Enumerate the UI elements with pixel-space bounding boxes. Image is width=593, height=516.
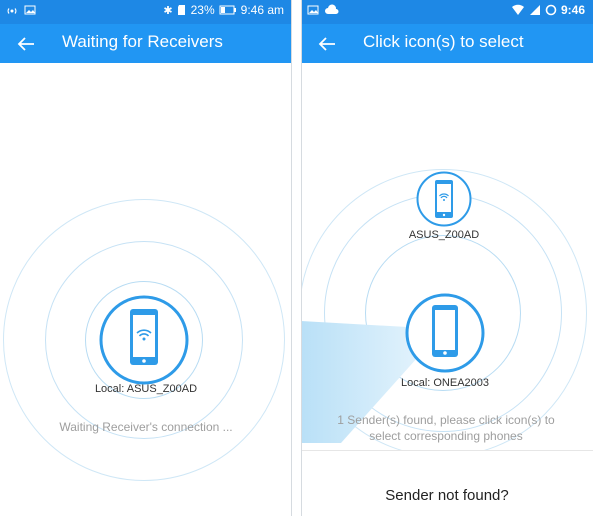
image-icon bbox=[24, 5, 36, 15]
found-hint-line1: 1 Sender(s) found, please click icon(s) … bbox=[337, 413, 555, 427]
bottom-bar: Sender not found? bbox=[301, 450, 593, 516]
right-screen: 9:46 Click icon(s) to select ASUS_Z00AD … bbox=[301, 0, 593, 516]
battery-icon bbox=[219, 5, 236, 15]
page-title: Click icon(s) to select bbox=[363, 32, 524, 51]
cloud-upload-icon bbox=[325, 4, 339, 14]
status-bar: ✱ 23% 9:46 am bbox=[0, 0, 292, 24]
radar-area: ASUS_Z00AD Local: ONEA2003 1 Sender(s) f… bbox=[301, 63, 593, 516]
app-bar: Click icon(s) to select bbox=[301, 24, 593, 63]
app-bar: Waiting for Receivers bbox=[0, 24, 292, 63]
left-screen: ✱ 23% 9:46 am Waiting for Receivers Loca… bbox=[0, 0, 292, 516]
hotspot-icon bbox=[7, 8, 17, 14]
local-phone-icon bbox=[405, 293, 485, 373]
wifi-icon bbox=[511, 4, 524, 15]
back-arrow-icon[interactable] bbox=[315, 32, 339, 56]
back-arrow-icon[interactable] bbox=[14, 32, 38, 56]
signal-icon bbox=[529, 5, 540, 15]
status-bar: 9:46 bbox=[301, 0, 593, 24]
found-device-label: ASUS_Z00AD bbox=[408, 229, 480, 241]
status-time: 9:46 bbox=[560, 3, 585, 17]
battery-ring-icon bbox=[545, 4, 557, 16]
bluetooth-icon: ✱ bbox=[163, 4, 173, 17]
status-time: 9:46 am bbox=[240, 3, 284, 17]
found-device-button[interactable] bbox=[416, 171, 472, 227]
page-title: Waiting for Receivers bbox=[62, 32, 223, 51]
local-device-label: Local: ONEA2003 bbox=[400, 377, 490, 389]
image-icon bbox=[307, 5, 319, 15]
sender-not-found-link[interactable]: Sender not found? bbox=[385, 487, 508, 504]
battery-percent: 23% bbox=[190, 3, 215, 17]
waiting-hint: Waiting Receiver's connection ... bbox=[59, 420, 233, 434]
local-device-label: Local: ASUS_Z00AD bbox=[94, 383, 198, 395]
sd-card-icon bbox=[177, 5, 185, 15]
local-phone-icon bbox=[99, 295, 189, 385]
found-hint-line2: select corresponding phones bbox=[369, 429, 523, 443]
radar-area: Local: ASUS_Z00AD Waiting Receiver's con… bbox=[0, 63, 292, 516]
